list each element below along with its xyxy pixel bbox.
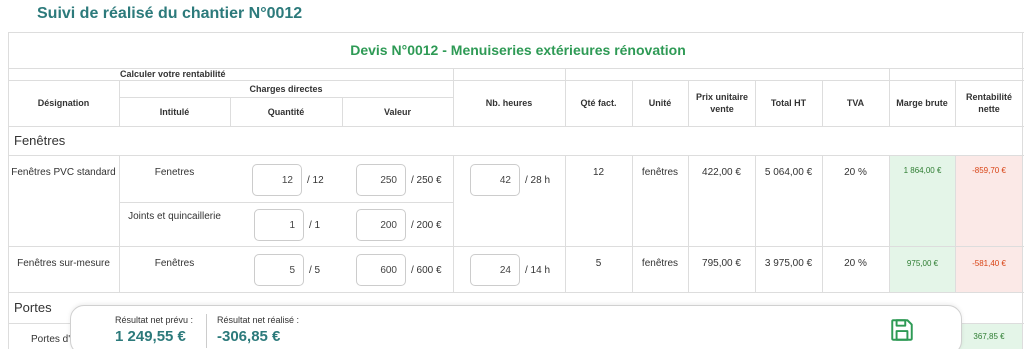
charge-intitule: Joints et quincaillerie bbox=[128, 210, 221, 222]
qte-fact: 5 bbox=[595, 257, 602, 269]
prix-unitaire: 795,00 € bbox=[702, 257, 741, 269]
realise-value: -306,85 € bbox=[217, 328, 281, 345]
unite: fenêtres bbox=[641, 166, 679, 178]
quantity-max: / 1 bbox=[309, 220, 321, 231]
header-rentabilite-nette: Rentabilité nette bbox=[965, 92, 1012, 114]
quote-title: Devis N°0012 - Menuiseries extérieures r… bbox=[350, 42, 686, 58]
rentabilite-nette: -581,40 € bbox=[972, 259, 1006, 268]
rentabilite-nette-partial: 367,85 € bbox=[973, 332, 1005, 341]
tva: 20 % bbox=[844, 166, 867, 178]
results-footer: Résultat net prévu : 1 249,55 € Résultat… bbox=[70, 305, 962, 349]
marge-brute-cell: 975,00 € bbox=[890, 247, 955, 292]
row-designation: Fenêtres PVC standard bbox=[11, 166, 116, 178]
value-input[interactable]: 200 bbox=[356, 209, 406, 241]
header-unite: Unité bbox=[648, 98, 672, 108]
page-title: Suivi de réalisé du chantier N°0012 bbox=[37, 5, 303, 22]
header-qte-fact: Qté fact. bbox=[580, 98, 617, 108]
rentabilite-nette: -859,70 € bbox=[972, 166, 1006, 175]
row-designation: Fenêtres sur-mesure bbox=[17, 257, 110, 269]
value-input[interactable]: 600 bbox=[356, 254, 406, 286]
total-ht: 3 975,00 € bbox=[764, 257, 813, 269]
rentabilite-cell: -581,40 € bbox=[956, 247, 1022, 292]
rentabilite-cell: -859,70 € bbox=[956, 156, 1022, 246]
unite: fenêtres bbox=[641, 257, 679, 269]
calc-rentabilite-label: Calculer votre rentabilité bbox=[120, 69, 226, 79]
quantity-input[interactable]: 12 bbox=[252, 164, 302, 196]
value-input[interactable]: 250 bbox=[356, 164, 406, 196]
quantity-max: / 12 bbox=[307, 175, 324, 186]
row-designation-partial: Portes d' bbox=[31, 334, 71, 345]
value-max: / 200 € bbox=[411, 220, 442, 231]
hours-input[interactable]: 42 bbox=[470, 164, 520, 196]
header-quantite: Quantité bbox=[267, 106, 305, 117]
total-ht: 5 064,00 € bbox=[764, 166, 813, 178]
realise-label: Résultat net réalisé : bbox=[217, 315, 300, 325]
hours-input[interactable]: 24 bbox=[470, 254, 520, 286]
footer-separator bbox=[206, 314, 207, 348]
marge-brute: 1 864,00 € bbox=[903, 166, 942, 175]
marge-brute: 975,00 € bbox=[906, 259, 939, 268]
prevu-value: 1 249,55 € bbox=[115, 328, 186, 345]
tva: 20 % bbox=[844, 257, 867, 269]
prix-unitaire: 422,00 € bbox=[702, 166, 741, 178]
marge-brute-cell: 1 864,00 € bbox=[890, 156, 955, 246]
header-total-ht: Total HT bbox=[770, 98, 807, 108]
prevu-label: Résultat net prévu : bbox=[115, 315, 194, 325]
hours-max: / 28 h bbox=[525, 175, 551, 186]
header-charges-directes: Charges directes bbox=[249, 83, 323, 94]
charge-intitule: Fenetres bbox=[154, 166, 195, 178]
rentabilite-cell-partial: 367,85 € bbox=[956, 324, 1022, 349]
section-title-portes: Portes bbox=[14, 300, 52, 315]
qte-fact: 12 bbox=[592, 166, 605, 178]
header-valeur: Valeur bbox=[383, 106, 412, 117]
hours-max: / 14 h bbox=[525, 265, 551, 276]
header-intitule: Intitulé bbox=[159, 106, 190, 117]
quantity-input[interactable]: 5 bbox=[254, 254, 304, 286]
header-designation: Désignation bbox=[37, 98, 90, 108]
value-max: / 600 € bbox=[411, 265, 442, 276]
quantity-input[interactable]: 1 bbox=[254, 209, 304, 241]
header-marge-brute: Marge brute bbox=[896, 98, 948, 108]
value-max: / 250 € bbox=[411, 175, 442, 186]
header-tva: TVA bbox=[846, 98, 865, 108]
header-nb-heures: Nb. heures bbox=[485, 98, 533, 108]
header-prix-unitaire: Prix unitaire vente bbox=[695, 92, 749, 114]
charge-intitule: Fenêtres bbox=[154, 257, 195, 269]
section-title-fenetres: Fenêtres bbox=[14, 133, 66, 148]
quantity-max: / 5 bbox=[309, 265, 321, 276]
save-icon[interactable] bbox=[889, 317, 915, 343]
